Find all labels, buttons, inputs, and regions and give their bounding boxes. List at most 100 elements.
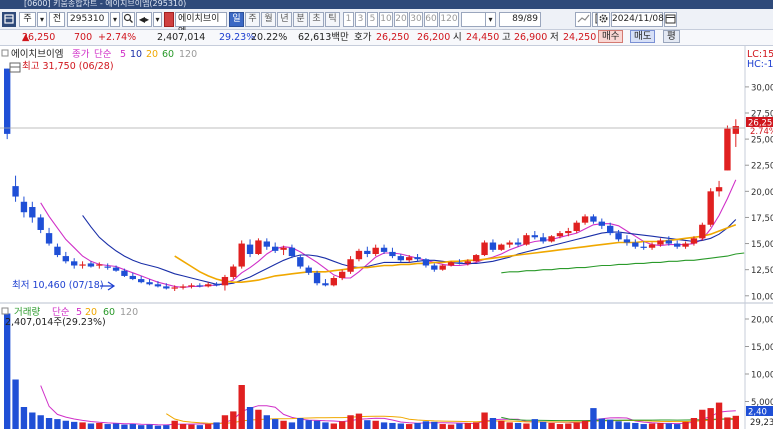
price-axis-label: 10,00	[751, 292, 773, 302]
volume-bar	[598, 418, 605, 429]
candle-body	[506, 242, 513, 245]
volume-bar	[473, 422, 480, 429]
volume-bar	[129, 424, 136, 429]
candle-body	[54, 246, 61, 256]
volume-bar	[699, 409, 706, 429]
minute-button-5[interactable]: 5	[367, 12, 378, 27]
stock-code-dropdown-icon[interactable]: ▾	[110, 12, 120, 27]
candle-body	[414, 257, 421, 260]
jeon-toggle[interactable]: 전	[49, 12, 65, 27]
candle-body	[71, 261, 78, 266]
volume-bar	[330, 423, 337, 429]
candle-body	[163, 286, 170, 289]
minute-button-30[interactable]: 30	[409, 12, 423, 27]
minute-button-10[interactable]: 10	[379, 12, 393, 27]
price-legend-ma120: 120	[179, 49, 197, 60]
price-legend-ma60: 60	[162, 49, 174, 60]
stock-type-select[interactable]: 주	[19, 12, 36, 27]
candle-body	[456, 262, 463, 264]
open-price: 24,450	[466, 32, 500, 43]
volume-bar	[20, 407, 28, 429]
period-button-second[interactable]: 초	[309, 12, 324, 27]
candle-body	[372, 247, 379, 254]
volume-bar	[489, 418, 497, 429]
stock-list-dropdown-icon[interactable]: ▾	[153, 12, 162, 27]
crosshair-icon[interactable]	[575, 12, 591, 27]
previous-stock-icon[interactable]: ◀▸	[136, 12, 152, 27]
minute-button-20[interactable]: 20	[394, 12, 408, 27]
settings-gear-icon[interactable]	[597, 12, 610, 27]
candle-body	[62, 256, 69, 262]
period-button-minute[interactable]: 분	[293, 12, 308, 27]
candle-body	[380, 247, 388, 252]
volume-bar	[481, 412, 488, 429]
period-button-month[interactable]: 월	[261, 12, 276, 27]
sell-button[interactable]: 매도	[630, 30, 656, 43]
flat-button[interactable]: 평	[663, 30, 680, 43]
quote-label: 호가	[354, 32, 372, 43]
candle-body	[523, 235, 530, 245]
data-count-field[interactable]: 89/89	[499, 12, 541, 27]
candle-body	[431, 265, 438, 270]
price-legend-simple: 단순	[94, 49, 112, 60]
custom-period-dropdown-icon[interactable]: ▾	[485, 12, 496, 27]
volume-bar	[523, 423, 530, 429]
stock-name-field[interactable]: 에이치브이엠	[175, 12, 227, 37]
volume-bar	[623, 422, 631, 429]
volume-bar	[213, 422, 220, 429]
volume-bar	[540, 421, 547, 429]
period-button-tick[interactable]: 틱	[325, 12, 340, 27]
volume-bar	[4, 313, 11, 429]
period-button-day[interactable]: 일	[229, 12, 244, 27]
candle-body	[179, 286, 187, 288]
volume-bar	[112, 423, 120, 429]
search-icon[interactable]	[122, 12, 135, 27]
candle-body	[715, 187, 723, 192]
volume-axis-label: 15,00	[751, 343, 773, 353]
candle-body	[473, 255, 480, 262]
period-button-week[interactable]: 주	[245, 12, 260, 27]
candle-body	[355, 250, 363, 260]
price-legend-ma10: 10	[130, 49, 142, 60]
chart-menu-icon[interactable]	[2, 12, 16, 27]
price-axis-label: 12,50	[751, 266, 773, 276]
stock-type-dropdown-icon[interactable]: ▾	[37, 12, 47, 27]
price-axis-label: 30,00	[751, 83, 773, 93]
buy-button[interactable]: 매수	[598, 30, 624, 43]
price-axis-label: 22,50	[751, 162, 773, 172]
high-label: 고	[502, 32, 511, 43]
date-field[interactable]: 2024/11/08	[611, 12, 664, 27]
candle-body	[724, 128, 731, 171]
minute-button-1[interactable]: 1	[343, 12, 354, 27]
volume-bar	[179, 424, 187, 429]
volume-bar	[447, 424, 455, 429]
volume-legend-ma120: 120	[120, 307, 138, 318]
volume-axis-label: 10,00	[751, 371, 773, 381]
candle-body	[540, 237, 547, 242]
candle-body	[397, 256, 404, 261]
candle-body	[313, 272, 321, 284]
period-button-year[interactable]: 년	[277, 12, 292, 27]
candle-body	[690, 238, 698, 244]
volume-bar	[87, 423, 95, 429]
candle-body	[79, 264, 86, 266]
candle-body	[514, 242, 522, 245]
volume-bar	[498, 420, 505, 429]
volume-bar	[506, 422, 513, 429]
volume-bar	[565, 423, 572, 429]
price-info-bar: 26,250 ▲ 700 +2.74% 2,407,014 29.23% 20.…	[0, 30, 773, 46]
volume-bar	[732, 415, 739, 429]
volume-bar	[12, 379, 19, 429]
minute-button-120[interactable]: 120	[439, 12, 459, 27]
volume-bar	[313, 420, 321, 429]
minute-button-3[interactable]: 3	[355, 12, 366, 27]
stock-code-input[interactable]: 295310	[67, 12, 109, 27]
volume-value-note: 2,407,014주(29.23%)	[5, 317, 106, 328]
calendar-icon[interactable]	[664, 12, 677, 27]
high-note: 최고 31,750 (06/28)	[22, 61, 114, 72]
stock-chart[interactable]: 30,0027,5025,0022,5020,0017,5015,0012,50…	[0, 46, 773, 429]
candle-body	[556, 233, 564, 237]
minute-button-60[interactable]: 60	[424, 12, 438, 27]
candle-body	[573, 222, 580, 232]
candle-body	[87, 263, 95, 267]
